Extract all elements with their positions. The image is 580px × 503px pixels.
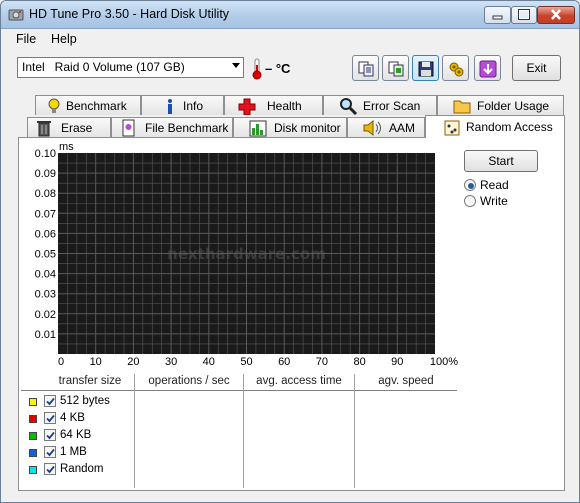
- magnifier-icon: [340, 98, 358, 115]
- tab-benchmark[interactable]: Benchmark: [35, 95, 141, 115]
- radio-selected-dot: [468, 183, 474, 189]
- series-checkbox[interactable]: [44, 446, 56, 458]
- options-button[interactable]: [442, 55, 469, 81]
- checkmark-icon: [46, 397, 55, 406]
- options-icon: [449, 62, 464, 77]
- health-cross-icon: [238, 98, 256, 115]
- write-radio[interactable]: Write: [464, 194, 544, 210]
- checkmark-icon: [46, 431, 55, 440]
- tab-info-label: Info: [183, 99, 204, 113]
- minimize-icon: [492, 15, 503, 20]
- read-radio[interactable]: Read: [464, 178, 544, 194]
- tab-disk-monitor[interactable]: Disk monitor: [233, 117, 347, 137]
- tab-erase-label: Erase: [61, 121, 93, 135]
- trash-icon: [37, 121, 51, 137]
- result-row: Random: [29, 462, 139, 478]
- tab-info[interactable]: Info: [141, 95, 224, 115]
- transfer-size-label: 4 KB: [60, 412, 85, 424]
- result-row: 64 KB: [29, 428, 139, 444]
- save-icon: [418, 61, 434, 77]
- header-avg-speed: agv. speed: [378, 375, 434, 387]
- menu-help[interactable]: Help: [51, 32, 77, 46]
- tab-folder-usage-label: Folder Usage: [477, 99, 550, 113]
- result-row: 1 MB: [29, 445, 139, 461]
- tab-file-benchmark[interactable]: File Benchmark: [111, 117, 233, 137]
- start-button[interactable]: Start: [464, 150, 538, 172]
- close-button[interactable]: [537, 6, 575, 24]
- result-row: 512 bytes: [29, 394, 139, 410]
- checkmark-icon: [46, 414, 55, 423]
- result-row: 4 KB: [29, 411, 139, 427]
- disk-monitor-icon: [249, 120, 267, 137]
- tab-folder-usage[interactable]: Folder Usage: [437, 95, 564, 115]
- series-checkbox[interactable]: [44, 463, 56, 475]
- series-color-swatch: [29, 432, 37, 440]
- column-divider: [354, 374, 355, 488]
- drive-select[interactable]: Intel Raid 0 Volume (107 GB): [17, 57, 244, 78]
- header-operations-per-sec: operations / sec: [148, 375, 230, 387]
- temperature-readout: – °C: [265, 61, 291, 76]
- menu-bar: File Help: [1, 30, 579, 49]
- maximize-button[interactable]: [511, 6, 537, 24]
- checkmark-icon: [46, 465, 55, 474]
- tab-random-access[interactable]: Random Access: [425, 115, 565, 138]
- title-bar[interactable]: HD Tune Pro 3.50 - Hard Disk Utility: [1, 1, 579, 29]
- folder-icon: [453, 100, 471, 114]
- window-title: HD Tune Pro 3.50 - Hard Disk Utility: [29, 7, 230, 21]
- table-header-divider: [21, 390, 457, 391]
- menu-file[interactable]: File: [16, 32, 36, 46]
- tab-error-scan-label: Error Scan: [363, 99, 421, 113]
- thermometer-icon: [252, 58, 262, 80]
- series-checkbox[interactable]: [44, 429, 56, 441]
- column-divider: [243, 374, 244, 488]
- series-color-swatch: [29, 449, 37, 457]
- speaker-icon: [363, 119, 381, 137]
- series-checkbox[interactable]: [44, 412, 56, 424]
- save-button[interactable]: [412, 55, 439, 81]
- drive-select-value: Intel Raid 0 Volume (107 GB): [22, 60, 185, 74]
- read-radio-label: Read: [480, 178, 509, 192]
- info-icon: [168, 99, 172, 114]
- maximize-icon: [518, 9, 530, 20]
- series-color-swatch: [29, 398, 37, 406]
- series-checkbox[interactable]: [44, 395, 56, 407]
- tab-aam-label: AAM: [389, 121, 416, 135]
- app-window: HD Tune Pro 3.50 - Hard Disk Utility Fil…: [0, 0, 580, 503]
- transfer-size-label: 64 KB: [60, 429, 92, 441]
- tab-file-benchmark-label: File Benchmark: [145, 121, 229, 135]
- tab-health-label: Health: [267, 99, 302, 113]
- close-icon: [551, 9, 561, 20]
- tab-aam[interactable]: AAM: [347, 117, 425, 137]
- header-transfer-size: transfer size: [58, 375, 122, 387]
- transfer-size-label: 512 bytes: [60, 395, 110, 407]
- minimize-button[interactable]: [484, 6, 511, 24]
- tab-health[interactable]: Health: [224, 95, 323, 115]
- copy-info-button[interactable]: [352, 55, 379, 81]
- lightbulb-icon: [48, 98, 60, 113]
- read-radio-circle[interactable]: [464, 179, 476, 191]
- checkmark-icon: [46, 448, 55, 457]
- copy-screenshot-button[interactable]: [382, 55, 409, 81]
- write-radio-label: Write: [480, 194, 508, 208]
- chevron-down-icon[interactable]: [232, 63, 240, 68]
- write-radio-circle[interactable]: [464, 195, 476, 207]
- tab-disk-monitor-label: Disk monitor: [274, 121, 341, 135]
- tab-benchmark-label: Benchmark: [66, 99, 127, 113]
- exit-button[interactable]: Exit: [512, 55, 561, 81]
- hd-tune-app-icon: [8, 9, 24, 21]
- copy-info-icon: [358, 61, 374, 77]
- tab-error-scan[interactable]: Error Scan: [323, 95, 437, 115]
- random-access-icon: [444, 120, 460, 136]
- transfer-size-label: Random: [60, 463, 104, 475]
- file-benchmark-icon: [122, 119, 135, 137]
- header-avg-access-time: avg. access time: [256, 375, 342, 387]
- tab-erase[interactable]: Erase: [27, 117, 111, 137]
- copy-screen-icon: [388, 61, 404, 77]
- tab-random-access-label: Random Access: [466, 120, 553, 134]
- series-color-swatch: [29, 466, 37, 474]
- series-color-swatch: [29, 415, 37, 423]
- download-icon: [479, 60, 497, 78]
- transfer-size-label: 1 MB: [60, 446, 87, 458]
- download-button[interactable]: [474, 55, 501, 81]
